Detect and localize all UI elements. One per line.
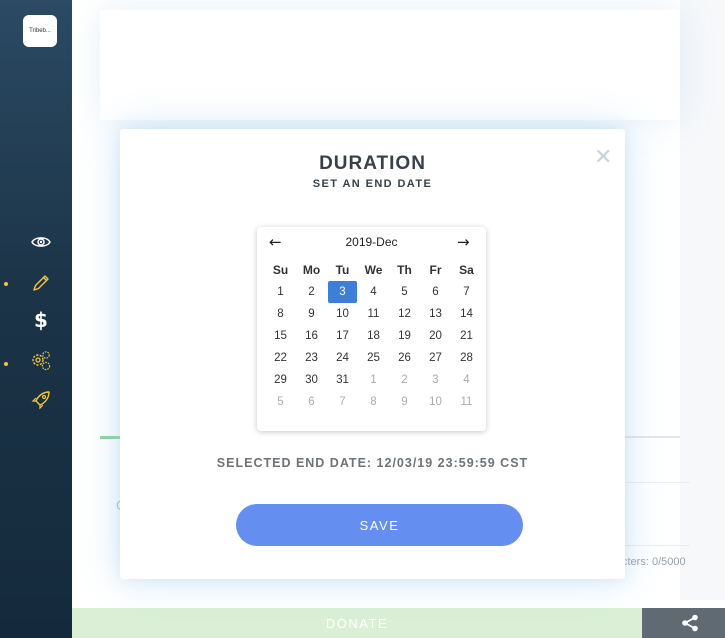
calendar-day[interactable]: 21: [451, 325, 482, 347]
weekday-header: We: [364, 263, 383, 277]
weekday-header: Tu: [335, 263, 350, 277]
save-button[interactable]: SAVE: [236, 504, 523, 546]
donate-button[interactable]: DONATE: [72, 608, 642, 638]
sidebar-item-preview[interactable]: [30, 231, 52, 253]
background-right-panel: [680, 0, 725, 600]
calendar-header: ← 2019-Dec →: [257, 233, 486, 253]
calendar-day[interactable]: 2: [389, 369, 420, 391]
character-count: cters: 0/5000: [622, 556, 686, 568]
calendar-day[interactable]: 1: [358, 369, 389, 391]
calendar-day[interactable]: 18: [358, 325, 389, 347]
modal-subtitle: SET AN END DATE: [312, 178, 433, 190]
app-logo[interactable]: Tribeb...: [23, 15, 57, 47]
calendar-month: 2019-Dec: [345, 235, 398, 249]
sidebar-item-edit[interactable]: [30, 272, 52, 294]
sidebar: Tribeb... $: [0, 0, 72, 638]
eye-icon: [31, 237, 51, 247]
divider: [620, 482, 690, 483]
calendar-day[interactable]: 9: [296, 303, 327, 325]
selected-end-date: SELECTED END DATE: 12/03/19 23:59:59 CST: [216, 456, 529, 470]
sidebar-item-settings[interactable]: [30, 350, 52, 372]
calendar-day[interactable]: 11: [358, 303, 389, 325]
share-icon: [682, 614, 698, 632]
calendar-day[interactable]: 13: [420, 303, 451, 325]
calendar-day[interactable]: 4: [451, 369, 482, 391]
modal-title: DURATION: [319, 153, 426, 174]
active-indicator-dot: [4, 282, 8, 286]
calendar-day[interactable]: 2: [296, 281, 327, 303]
donate-label: DONATE: [325, 615, 389, 631]
calendar-day[interactable]: 15: [265, 325, 296, 347]
calendar-day[interactable]: 22: [265, 347, 296, 369]
calendar-day[interactable]: 27: [420, 347, 451, 369]
calendar-day[interactable]: 17: [327, 325, 358, 347]
calendar-grid: Su Mo Tu We Th Fr Sa 1 2 3 4 5 6 7 8 9 10 11 12 13 14 15 16 17 1…: [265, 259, 482, 413]
calendar-day[interactable]: 1: [265, 281, 296, 303]
calendar-day[interactable]: 26: [389, 347, 420, 369]
calendar-day[interactable]: 24: [327, 347, 358, 369]
rocket-icon: [31, 391, 50, 410]
calendar-day[interactable]: 23: [296, 347, 327, 369]
weekday-header: Fr: [429, 263, 442, 277]
calendar-day[interactable]: 30: [296, 369, 327, 391]
calendar-day-selected[interactable]: 3: [328, 281, 357, 303]
divider: [620, 545, 690, 546]
next-month-arrow-icon[interactable]: →: [457, 233, 470, 251]
dollar-icon: $: [34, 308, 48, 332]
calendar-day[interactable]: 31: [327, 369, 358, 391]
calendar-day[interactable]: 8: [265, 303, 296, 325]
background-card: [100, 10, 680, 120]
calendar-day[interactable]: 28: [451, 347, 482, 369]
weekday-header: Sa: [459, 263, 474, 277]
calendar-day[interactable]: 7: [327, 391, 358, 413]
calendar-day[interactable]: 14: [451, 303, 482, 325]
duration-modal: ✕ DURATION SET AN END DATE ← 2019-Dec → …: [120, 129, 625, 579]
weekday-header: Su: [272, 263, 289, 277]
active-indicator-dot: [4, 362, 8, 366]
gears-icon: [32, 351, 51, 371]
sidebar-item-launch[interactable]: [30, 389, 52, 411]
calendar-day[interactable]: 29: [265, 369, 296, 391]
date-picker: ← 2019-Dec → Su Mo Tu We Th Fr Sa 1 2 3 4 5 6 7 8 9 10 11…: [257, 227, 486, 431]
calendar-day[interactable]: 25: [358, 347, 389, 369]
calendar-day[interactable]: 12: [389, 303, 420, 325]
divider: [620, 436, 680, 438]
calendar-day[interactable]: 20: [420, 325, 451, 347]
calendar-day[interactable]: 6: [296, 391, 327, 413]
calendar-day[interactable]: 3: [420, 369, 451, 391]
calendar-day[interactable]: 4: [358, 281, 389, 303]
calendar-day[interactable]: 6: [420, 281, 451, 303]
share-button[interactable]: [642, 608, 725, 638]
calendar-day[interactable]: 9: [389, 391, 420, 413]
calendar-day[interactable]: 11: [451, 391, 482, 413]
pencil-icon: [33, 275, 49, 291]
calendar-day[interactable]: 7: [451, 281, 482, 303]
calendar-day[interactable]: 19: [389, 325, 420, 347]
calendar-day[interactable]: 8: [358, 391, 389, 413]
sidebar-item-funding[interactable]: $: [30, 308, 52, 332]
calendar-day[interactable]: 10: [327, 303, 358, 325]
calendar-day[interactable]: 5: [265, 391, 296, 413]
weekday-header: Mo: [302, 263, 321, 277]
calendar-day[interactable]: 10: [420, 391, 451, 413]
calendar-day[interactable]: 5: [389, 281, 420, 303]
calendar-day[interactable]: 16: [296, 325, 327, 347]
weekday-header: Th: [397, 263, 412, 277]
